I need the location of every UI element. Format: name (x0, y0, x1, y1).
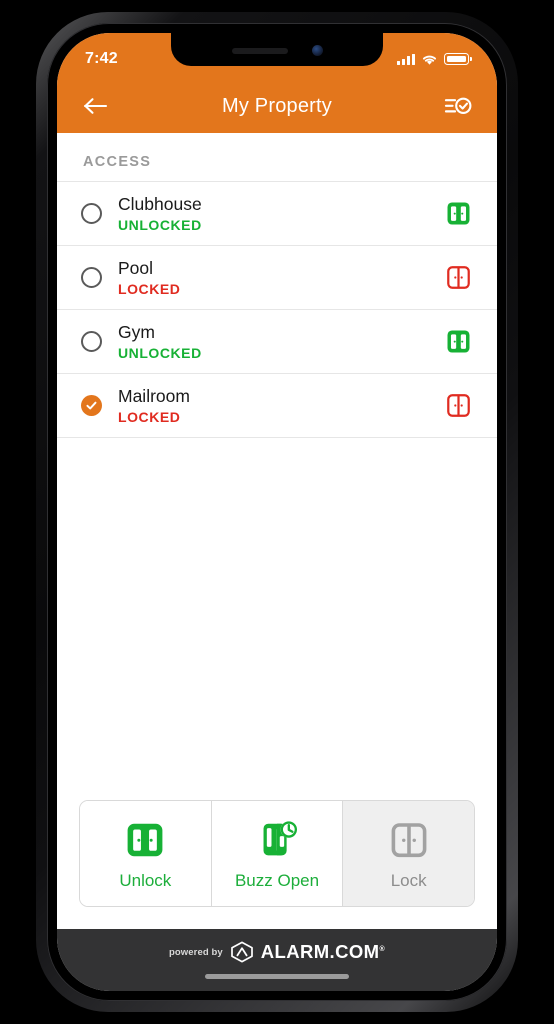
door-unlock-icon (124, 818, 166, 862)
door-lock-icon (388, 818, 430, 862)
status-bar-indicators (397, 47, 472, 66)
main-content: ACCESS Clubhouse UNLOCKED Pool LOCKED Gym UNL… (57, 133, 497, 929)
app-footer: powered by ALARM.COM® (57, 929, 497, 991)
earpiece-speaker-icon (231, 47, 288, 54)
checklist-check-icon[interactable] (441, 89, 475, 123)
access-item-text: Pool LOCKED (118, 258, 427, 297)
radio-unselected-icon[interactable] (81, 330, 102, 352)
action-button-label: Unlock (119, 871, 172, 890)
battery-full-icon (444, 53, 472, 65)
access-item-name: Clubhouse (118, 194, 202, 214)
access-item-text: Mailroom LOCKED (118, 386, 427, 425)
access-item-text: Gym UNLOCKED (118, 322, 427, 361)
app-header: My Property (57, 79, 497, 133)
device-notch (171, 33, 383, 66)
phone-device-frame: 7:42 My Property ACCESS Clubhouse UNLOCK… (36, 12, 518, 1012)
back-arrow-icon[interactable] (79, 89, 113, 123)
access-list: Clubhouse UNLOCKED Pool LOCKED Gym UNLOCKED Ma… (57, 181, 497, 438)
radio-unselected-icon[interactable] (81, 266, 102, 288)
action-button-lock[interactable]: Lock (342, 801, 474, 906)
access-item-text: Clubhouse UNLOCKED (118, 194, 427, 233)
door-open-icon (443, 328, 473, 355)
action-bar-container: Unlock Buzz Open Lock (57, 786, 497, 929)
radio-selected-icon[interactable] (81, 394, 102, 416)
content-spacer (57, 437, 497, 786)
action-button-unlock[interactable]: Unlock (80, 801, 211, 906)
wifi-icon (422, 55, 437, 65)
door-open-icon (443, 200, 473, 227)
door-closed-icon (443, 392, 473, 419)
alarm-dot-com-hex-logo (230, 941, 253, 963)
home-indicator[interactable] (205, 974, 349, 979)
brand-name: ALARM.COM® (261, 941, 385, 963)
action-button-buzz-open[interactable]: Buzz Open (210, 801, 343, 906)
screenshot-stage: 7:42 My Property ACCESS Clubhouse UNLOCK… (0, 0, 554, 1024)
access-item-name: Gym (118, 321, 155, 342)
door-buzz-clock-icon (255, 818, 299, 862)
access-item-name: Pool (118, 257, 154, 278)
brand-lockup: powered by ALARM.COM® (169, 941, 385, 963)
access-list-item[interactable]: Pool LOCKED (57, 245, 497, 310)
access-item-status: UNLOCKED (118, 344, 202, 361)
section-header-access: ACCESS (83, 154, 152, 170)
access-item-status: LOCKED (118, 408, 181, 425)
access-list-item[interactable]: Gym UNLOCKED (57, 309, 497, 374)
powered-by-label: powered by (168, 946, 223, 958)
front-camera-icon (311, 45, 323, 56)
action-button-label: Lock (390, 871, 427, 890)
door-closed-icon (443, 264, 473, 291)
access-item-status: UNLOCKED (118, 216, 202, 233)
phone-screen: 7:42 My Property ACCESS Clubhouse UNLOCK… (57, 33, 497, 991)
action-button-label: Buzz Open (234, 871, 320, 890)
access-list-item[interactable]: Clubhouse UNLOCKED (57, 182, 497, 246)
trademark-symbol: ® (379, 945, 386, 953)
access-item-name: Mailroom (118, 385, 190, 406)
access-list-item[interactable]: Mailroom LOCKED (57, 373, 497, 438)
status-bar-clock: 7:42 (85, 50, 118, 67)
radio-unselected-icon[interactable] (81, 202, 102, 224)
access-item-status: LOCKED (118, 280, 181, 297)
brand-name-text: ALARM.COM (260, 941, 380, 962)
page-title: My Property (221, 94, 332, 117)
phone-bezel: 7:42 My Property ACCESS Clubhouse UNLOCK… (47, 23, 507, 1001)
action-bar: Unlock Buzz Open Lock (79, 800, 475, 907)
cellular-signal-icon (397, 53, 415, 65)
